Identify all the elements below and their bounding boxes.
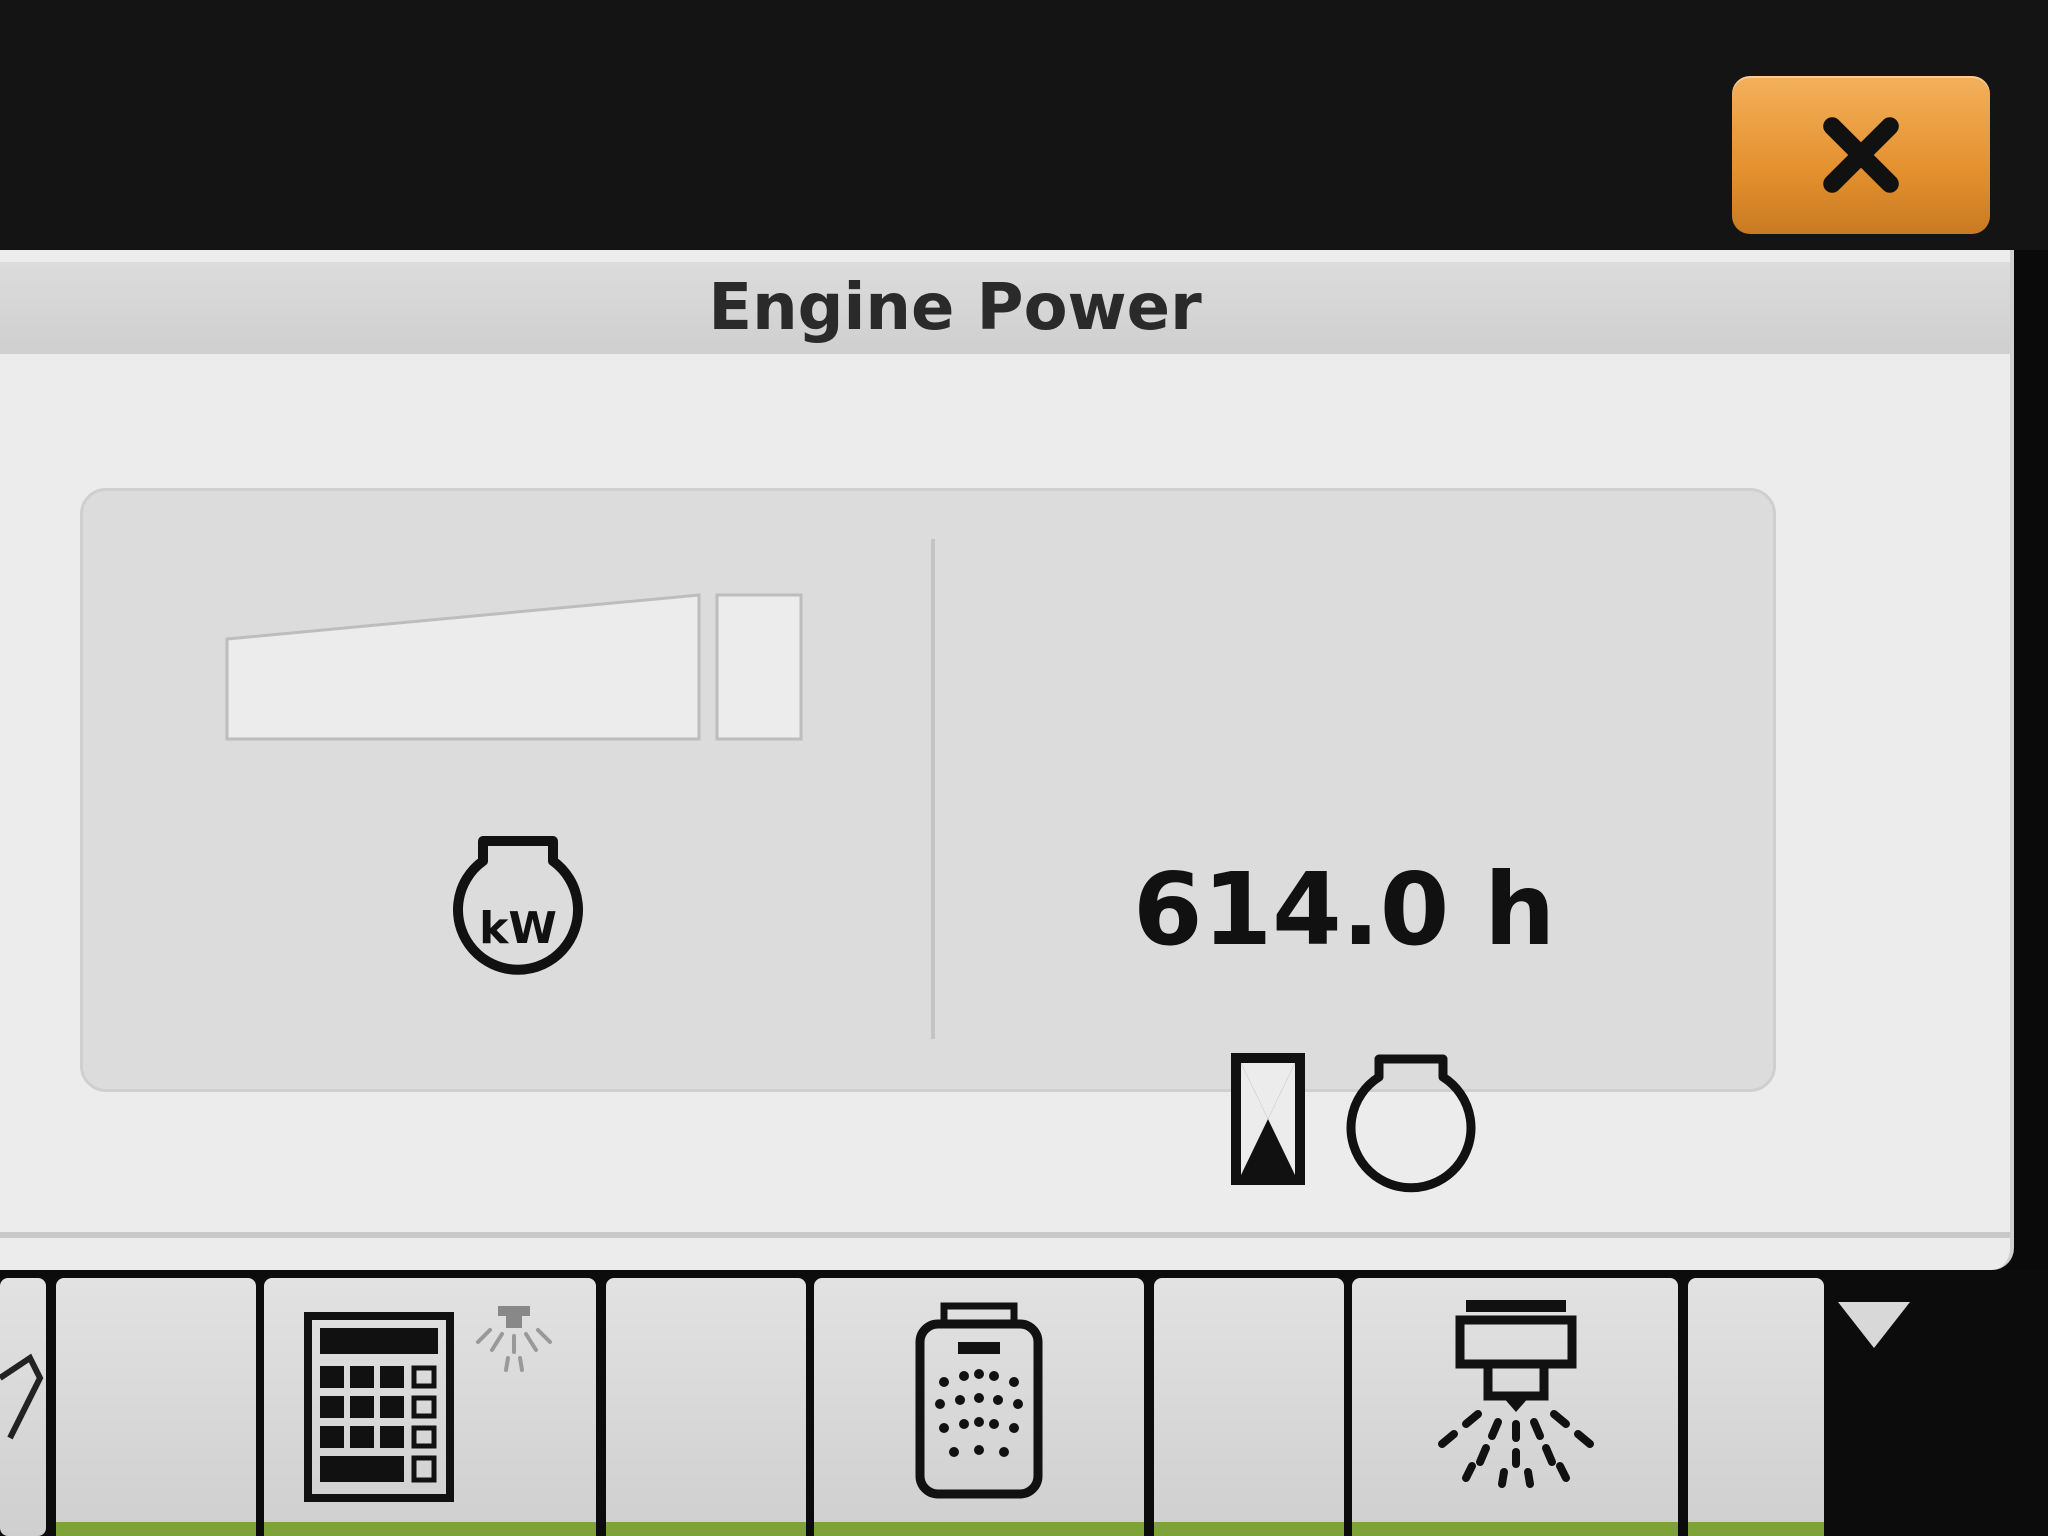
chevron-down-icon — [1838, 1302, 1910, 1348]
engine-icon — [1346, 1054, 1476, 1193]
toolbar-button-5[interactable] — [1154, 1278, 1344, 1536]
active-strip — [264, 1522, 596, 1536]
dialog-footer-line — [0, 1232, 2010, 1238]
active-strip — [56, 1522, 256, 1536]
dialog-title: Engine Power — [708, 271, 1202, 345]
keypad-icon — [304, 1312, 454, 1502]
toolbar-button-7[interactable] — [1688, 1278, 1824, 1536]
power-unit-label: kW — [479, 903, 557, 954]
spray-nozzle-icon — [1438, 1300, 1594, 1488]
engine-power-dialog: Engine Power kW 614.0 h — [0, 250, 2014, 1270]
active-strip — [1352, 1522, 1678, 1536]
toolbar-button-1[interactable] — [56, 1278, 256, 1536]
active-strip — [1688, 1522, 1824, 1536]
toolbar-button-3[interactable] — [606, 1278, 806, 1536]
toolbar-button-keypad[interactable] — [264, 1278, 596, 1536]
toolbar-button-nozzle[interactable] — [1352, 1278, 1678, 1536]
toolbar-button-edit[interactable] — [0, 1278, 46, 1536]
engine-power-kw-icon: kW — [453, 836, 583, 975]
close-button[interactable] — [1732, 76, 1990, 234]
edit-icon — [0, 1353, 44, 1440]
power-bar-max-segment — [715, 593, 803, 741]
hourglass-icon — [1231, 1053, 1305, 1185]
toolbar-button-tank[interactable] — [814, 1278, 1144, 1536]
tank-spray-icon — [915, 1302, 1043, 1499]
card-divider — [931, 539, 935, 1039]
active-strip — [814, 1522, 1144, 1536]
engine-info-card: kW 614.0 h — [80, 488, 1776, 1193]
close-icon — [1823, 117, 1899, 193]
spray-nozzle-small-icon — [476, 1306, 552, 1372]
active-strip — [1154, 1522, 1344, 1536]
engine-power-gauge — [225, 593, 803, 741]
toolbar-more-button[interactable] — [1834, 1278, 2048, 1536]
active-strip — [606, 1522, 806, 1536]
power-bar-track — [225, 593, 701, 741]
dialog-header: Engine Power — [0, 262, 2010, 354]
display-screen: Engine Power kW 614.0 h — [0, 0, 2048, 1536]
engine-hours-value: 614.0 h — [1133, 851, 1556, 968]
